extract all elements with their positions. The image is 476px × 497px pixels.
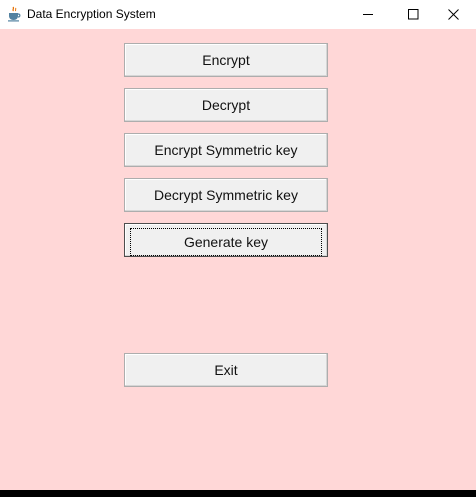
app-window: Data Encryption System Encrypt Decrypt E… bbox=[0, 0, 476, 490]
generate-key-button[interactable]: Generate key bbox=[124, 223, 328, 257]
close-button[interactable] bbox=[430, 0, 476, 29]
decrypt-symmetric-key-button[interactable]: Decrypt Symmetric key bbox=[124, 178, 328, 212]
exit-button-label: Exit bbox=[214, 362, 238, 378]
java-cup-icon bbox=[6, 6, 22, 22]
window-title: Data Encryption System bbox=[27, 7, 156, 21]
encrypt-symmetric-key-label: Encrypt Symmetric key bbox=[154, 142, 298, 158]
taskbar-edge bbox=[0, 490, 476, 497]
title-bar[interactable]: Data Encryption System bbox=[0, 0, 476, 29]
encrypt-symmetric-key-button[interactable]: Encrypt Symmetric key bbox=[124, 133, 328, 167]
minimize-button[interactable] bbox=[345, 0, 391, 29]
minimize-icon bbox=[363, 14, 373, 15]
decrypt-button-label: Decrypt bbox=[201, 97, 251, 113]
encrypt-button-label: Encrypt bbox=[202, 52, 250, 68]
decrypt-button[interactable]: Decrypt bbox=[124, 88, 328, 122]
generate-key-label: Generate key bbox=[129, 227, 323, 256]
encrypt-button[interactable]: Encrypt bbox=[124, 43, 328, 77]
close-icon bbox=[448, 9, 459, 20]
decrypt-symmetric-key-label: Decrypt Symmetric key bbox=[154, 187, 298, 203]
exit-button[interactable]: Exit bbox=[124, 353, 328, 387]
maximize-icon bbox=[408, 9, 419, 20]
